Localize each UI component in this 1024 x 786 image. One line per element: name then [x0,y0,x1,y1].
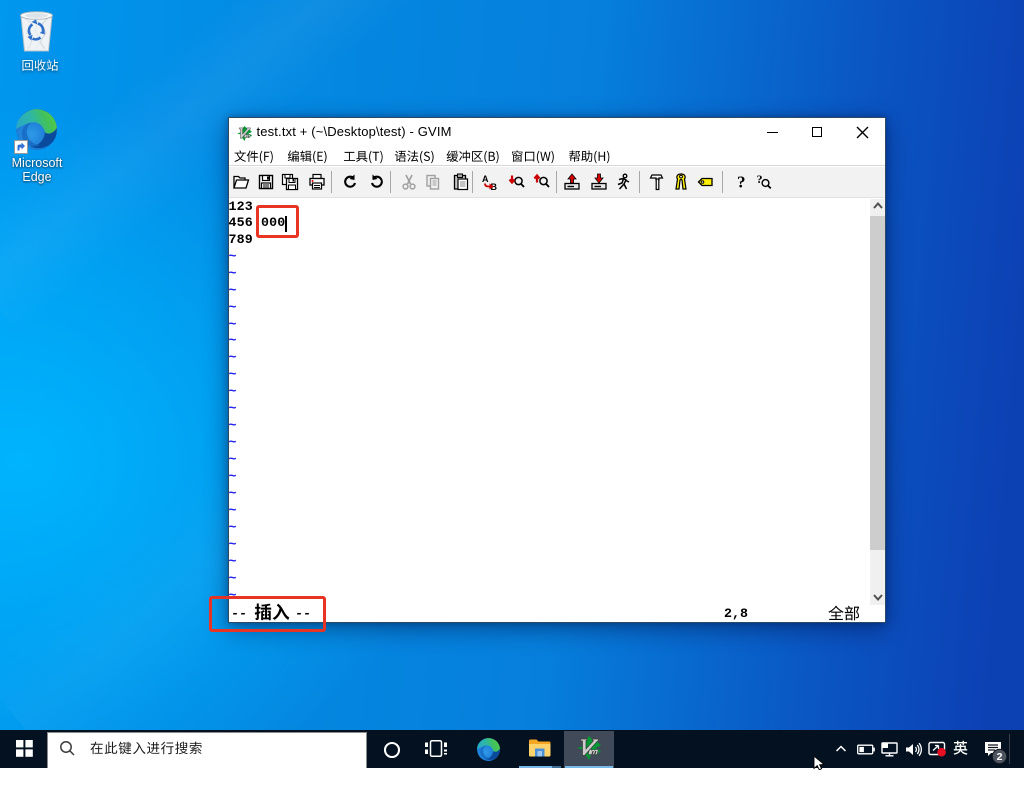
svg-text:A: A [482,174,489,184]
svg-text:2: 2 [997,751,1003,763]
svg-text:?: ? [737,173,746,191]
